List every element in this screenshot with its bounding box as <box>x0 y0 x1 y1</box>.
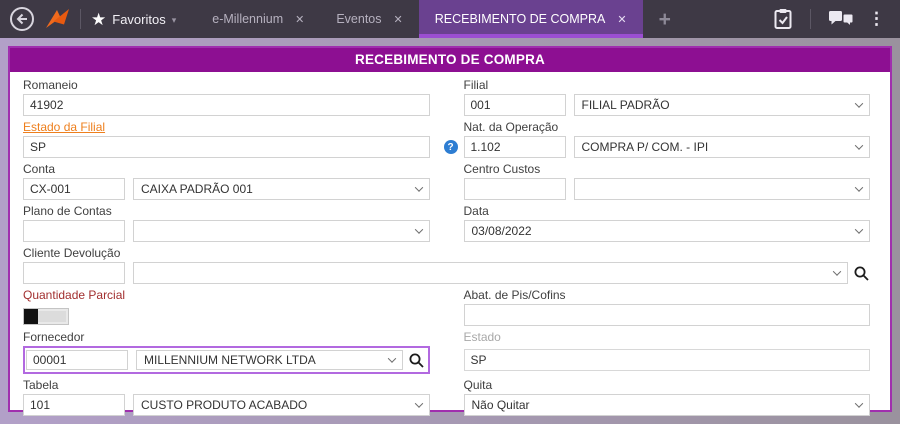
divider <box>80 9 81 29</box>
abat-pis-cofins-input[interactable] <box>464 304 871 326</box>
quita-select-value: Não Quitar <box>472 398 851 412</box>
star-icon: ★ <box>91 11 106 28</box>
app-logo-icon <box>44 7 70 31</box>
field-label-fornecedor: Fornecedor <box>23 330 430 344</box>
chat-button[interactable] <box>821 10 861 29</box>
field-label-estado: Estado <box>464 330 871 344</box>
tab-recebimento-de-compra[interactable]: RECEBIMENTO DE COMPRA ✕ <box>419 0 643 38</box>
close-icon[interactable]: ✕ <box>617 13 626 26</box>
clipboard-check-icon <box>773 8 793 30</box>
estado-da-filial-link[interactable]: Estado da Filial <box>23 120 430 134</box>
tabela-select[interactable]: CUSTO PRODUTO ACABADO <box>133 394 430 416</box>
tabela-code-input[interactable] <box>23 394 125 416</box>
cliente-devolucao-search-button[interactable] <box>853 265 870 282</box>
field-label-abat-pis-cofins: Abat. de Pis/Cofins <box>464 288 871 302</box>
nat-operacao-select-value: COMPRA P/ COM. - IPI <box>582 140 851 154</box>
tab-bar: e-Millennium ✕ Eventos ✕ RECEBIMENTO DE … <box>196 0 642 38</box>
plano-de-contas-select[interactable] <box>133 220 430 242</box>
field-label-romaneio: Romaneio <box>23 78 430 92</box>
filial-select-value: FILIAL PADRÃO <box>582 98 851 112</box>
fornecedor-code-input[interactable] <box>26 350 128 370</box>
estado-da-filial-input[interactable] <box>23 136 430 158</box>
data-select[interactable]: 03/08/2022 <box>464 220 871 242</box>
close-icon[interactable]: ✕ <box>295 13 304 26</box>
form-title: RECEBIMENTO DE COMPRA <box>10 48 890 72</box>
form-body: Romaneio Filial FILIAL PADRÃO <box>10 72 890 420</box>
nat-operacao-select[interactable]: COMPRA P/ COM. - IPI <box>574 136 871 158</box>
favorites-label: Favoritos <box>112 12 165 27</box>
centro-custos-select[interactable] <box>574 178 871 200</box>
favorites-button[interactable]: ★ Favoritos ▾ <box>91 11 176 28</box>
quita-select[interactable]: Não Quitar <box>464 394 871 416</box>
filial-select[interactable]: FILIAL PADRÃO <box>574 94 871 116</box>
fornecedor-select[interactable]: MILLENNIUM NETWORK LTDA <box>136 350 403 370</box>
conta-select-value: CAIXA PADRÃO 001 <box>141 182 410 196</box>
chevron-down-icon <box>414 225 422 233</box>
chat-bubbles-icon <box>828 10 854 29</box>
field-label-quita: Quita <box>464 378 871 392</box>
divider <box>810 9 811 29</box>
chevron-down-icon <box>855 99 863 107</box>
centro-custos-code-input[interactable] <box>464 178 566 200</box>
tab-e-millennium[interactable]: e-Millennium ✕ <box>196 0 320 38</box>
estado-input <box>464 349 871 371</box>
close-icon[interactable]: ✕ <box>394 13 403 26</box>
topbar-actions: ⋮ <box>766 8 892 30</box>
nat-operacao-code-input[interactable] <box>464 136 566 158</box>
romaneio-input[interactable] <box>23 94 430 116</box>
quantidade-parcial-toggle[interactable] <box>23 308 69 325</box>
tab-label: e-Millennium <box>212 12 283 26</box>
chevron-down-icon: ▾ <box>172 15 177 26</box>
field-label-centro-custos: Centro Custos <box>464 162 871 176</box>
chevron-down-icon <box>855 141 863 149</box>
tab-eventos[interactable]: Eventos ✕ <box>320 0 418 38</box>
tab-label: RECEBIMENTO DE COMPRA <box>435 12 606 26</box>
field-label-nat-operacao: Nat. da Operação <box>464 120 871 134</box>
tasks-button[interactable] <box>766 8 800 30</box>
plano-de-contas-code-input[interactable] <box>23 220 125 242</box>
field-label-quantidade-parcial: Quantidade Parcial <box>23 288 430 302</box>
fornecedor-search-button[interactable] <box>408 352 425 369</box>
topbar: ★ Favoritos ▾ e-Millennium ✕ Eventos ✕ R… <box>0 0 900 38</box>
chevron-down-icon <box>855 399 863 407</box>
field-label-filial: Filial <box>464 78 871 92</box>
chevron-down-icon <box>414 183 422 191</box>
chevron-down-icon <box>387 354 395 362</box>
tabela-select-value: CUSTO PRODUTO ACABADO <box>141 398 410 412</box>
fornecedor-focused-group: MILLENNIUM NETWORK LTDA <box>23 346 430 374</box>
search-icon <box>853 265 870 282</box>
toggle-handle <box>24 309 38 324</box>
field-label-data: Data <box>464 204 871 218</box>
conta-select[interactable]: CAIXA PADRÃO 001 <box>133 178 430 200</box>
form-panel: RECEBIMENTO DE COMPRA Romaneio Filial FI… <box>8 46 892 412</box>
field-label-conta: Conta <box>23 162 430 176</box>
field-label-plano-de-contas: Plano de Contas <box>23 204 430 218</box>
field-label-cliente-devolucao: Cliente Devolução <box>23 246 870 260</box>
new-tab-button[interactable]: + <box>659 9 671 30</box>
search-icon <box>408 352 425 369</box>
tab-label: Eventos <box>336 12 381 26</box>
data-select-value: 03/08/2022 <box>472 224 851 238</box>
field-label-tabela: Tabela <box>23 378 430 392</box>
filial-code-input[interactable] <box>464 94 566 116</box>
back-button[interactable] <box>9 6 35 32</box>
help-icon[interactable]: ? <box>444 140 458 154</box>
chevron-down-icon <box>855 183 863 191</box>
cliente-devolucao-code-input[interactable] <box>23 262 125 284</box>
chevron-down-icon <box>855 225 863 233</box>
page-background: RECEBIMENTO DE COMPRA Romaneio Filial FI… <box>0 38 900 424</box>
chevron-down-icon <box>414 399 422 407</box>
conta-code-input[interactable] <box>23 178 125 200</box>
back-icon <box>9 6 35 32</box>
fornecedor-select-value: MILLENNIUM NETWORK LTDA <box>144 353 383 367</box>
chevron-down-icon <box>833 267 841 275</box>
cliente-devolucao-select[interactable] <box>133 262 848 284</box>
menu-button[interactable]: ⋮ <box>861 9 892 29</box>
